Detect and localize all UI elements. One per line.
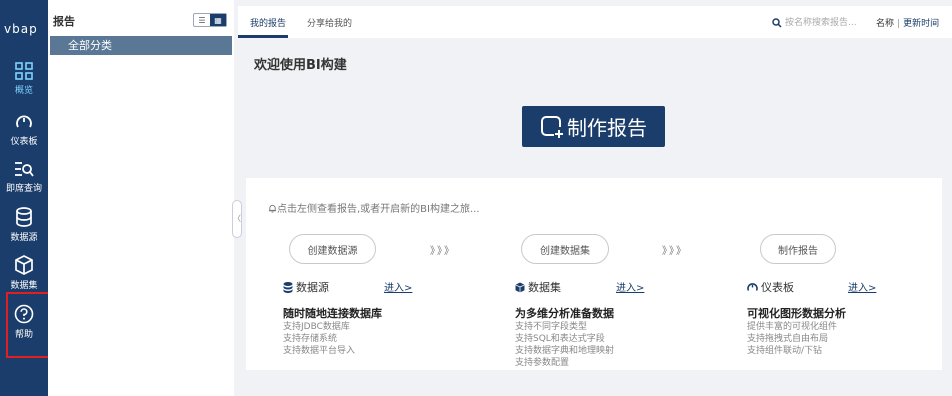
active-tab-indicator [238, 35, 288, 38]
add-report-icon [541, 115, 563, 138]
tree-title: 报告 [53, 15, 75, 28]
dashboard-enter-link[interactable]: 进入> [848, 279, 876, 294]
dataset-desc-2: 支持SQL和表达式字段 [515, 334, 605, 344]
dataset-desc-1: 支持不同字段类型 [515, 322, 588, 332]
dashboard-column: 仪表板 进入> 可视化图形数据分析 提供丰富的可视化组件 支持拖拽式自由布局 支… [747, 279, 952, 357]
nav-item-datasource[interactable]: 数据源 [0, 207, 48, 251]
page-title: 欢迎使用BI构建 [254, 58, 347, 73]
make-report-step[interactable]: 制作报告 [760, 234, 836, 264]
collapse-handle[interactable]: 〈 [232, 200, 242, 238]
dashboard-desc-3: 支持组件联动/下钻 [747, 346, 823, 356]
nav-label-adhoc: 即席查询 [5, 184, 42, 194]
nav-label-dataset: 数据集 [10, 281, 38, 291]
tab-my-reports[interactable]: 我的报告 [250, 16, 286, 29]
nav-label-datasource: 数据源 [10, 233, 38, 243]
guide-card: 点击左侧查看报告,或者开启新的BI构建之旅... 创建数据源 》》》 创建数据集… [246, 178, 942, 370]
dashboard-title-text: 仪表板 [761, 281, 794, 294]
dataset-enter-link[interactable]: 进入> [616, 279, 644, 294]
sort-options: 名称 | 更新时间 [876, 16, 939, 29]
list-view-icon[interactable]: ☰ [194, 14, 210, 26]
list-search-icon [15, 162, 34, 177]
view-toggle[interactable]: ☰ ▦ [193, 13, 227, 27]
dashboard-head: 可视化图形数据分析 [747, 307, 846, 320]
grid-view-icon[interactable]: ▦ [210, 14, 226, 26]
nav-item-dashboard[interactable]: 仪表板 [0, 113, 48, 157]
datasource-enter-link[interactable]: 进入> [384, 279, 412, 294]
app-logo: vbap [4, 22, 38, 36]
cube-icon [515, 282, 525, 292]
create-dataset-step[interactable]: 创建数据集 [521, 234, 609, 264]
search-icon [772, 17, 782, 28]
dataset-desc-3: 支持数据字典和地理映射 [515, 346, 615, 356]
datasource-column: 数据源 进入> 随时随地连接数据库 支持JDBC数据库 支持存储系统 支持数据平… [283, 279, 493, 357]
dashboard-desc-1: 提供丰富的可视化组件 [747, 322, 838, 332]
datasource-desc-2: 支持存储系统 [283, 334, 338, 344]
bell-icon [268, 204, 277, 213]
sort-separator: | [897, 19, 901, 29]
create-datasource-step[interactable]: 创建数据源 [289, 234, 376, 264]
make-report-label: 制作报告 [567, 116, 647, 140]
guide-hint: 点击左侧查看报告,或者开启新的BI构建之旅... [268, 200, 480, 215]
gauge-icon [16, 115, 32, 128]
dashboard-desc-2: 支持拖拽式自由布局 [747, 334, 829, 344]
sort-by-update-time[interactable]: 更新时间 [903, 19, 939, 29]
search-box[interactable]: 按名称搜索报告... [772, 15, 857, 28]
datasource-desc-3: 支持数据平台导入 [283, 346, 356, 356]
dataset-title-text: 数据集 [528, 281, 561, 294]
tab-shared-with-me[interactable]: 分享给我的 [307, 16, 352, 29]
nav-item-adhoc[interactable]: 即席查询 [0, 160, 48, 204]
nav-label-dashboard: 仪表板 [10, 137, 38, 147]
nav-item-overview[interactable]: 概览 [0, 62, 48, 106]
search-input[interactable]: 按名称搜索报告... [785, 18, 857, 28]
report-tabs-bar: 我的报告 分享给我的 按名称搜索报告... 名称 | 更新时间 [238, 6, 952, 38]
guide-hint-text: 点击左侧查看报告,或者开启新的BI构建之旅... [277, 204, 480, 215]
gauge-icon [747, 283, 758, 291]
tree-node-all[interactable]: 全部分类 [50, 36, 232, 55]
grid-icon [15, 62, 33, 80]
database-icon [283, 281, 293, 293]
dataset-desc-4: 支持参数配置 [515, 358, 570, 368]
report-tree-panel: 报告 ☰ ▦ 全部分类 [48, 0, 234, 396]
nav-label-overview: 概览 [14, 86, 33, 96]
make-report-button[interactable]: 制作报告 [522, 106, 665, 147]
dataset-column: 数据集 进入> 为多维分析准备数据 支持不同字段类型 支持SQL和表达式字段 支… [515, 279, 725, 369]
dataset-head: 为多维分析准备数据 [515, 307, 614, 320]
step-arrows-2: 》》》 [662, 246, 688, 257]
datasource-head: 随时随地连接数据库 [283, 307, 382, 320]
datasource-desc-1: 支持JDBC数据库 [283, 322, 350, 332]
cube-icon [15, 255, 33, 275]
step-arrows-1: 》》》 [430, 246, 456, 257]
datasource-title-text: 数据源 [296, 281, 329, 294]
database-icon [16, 207, 32, 227]
sort-by-name[interactable]: 名称 [876, 19, 894, 29]
